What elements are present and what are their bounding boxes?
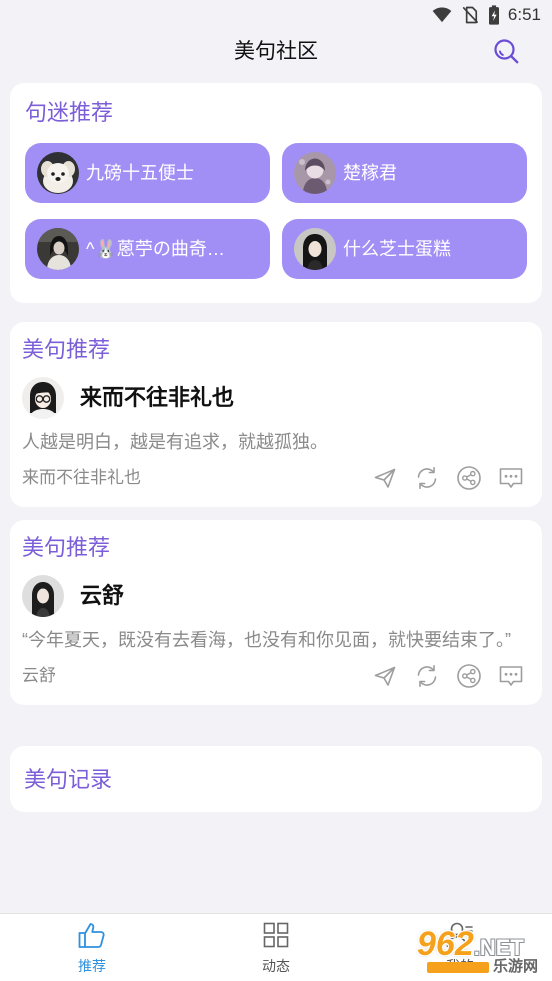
post-footer: 来而不往非礼也 — [22, 465, 530, 491]
recommended-user-button[interactable]: 楚稼君 — [282, 143, 527, 203]
author-name[interactable]: 来而不往非礼也 — [80, 384, 234, 412]
grid-icon[interactable] — [261, 920, 291, 950]
nav-item-feed[interactable]: 动态 — [184, 914, 368, 981]
quote-text: “今年夏天，既没有去看海，也没有和你见面，就快要结束了。” — [22, 630, 511, 650]
author-avatar[interactable] — [22, 575, 64, 617]
author-name[interactable]: 云舒 — [80, 582, 124, 610]
send-icon[interactable] — [372, 663, 398, 689]
status-time: 6:51 — [507, 5, 541, 24]
quote-source: 来而不往非礼也 — [22, 468, 141, 487]
avatar[interactable] — [37, 152, 79, 194]
app-header: 美句社区 — [0, 30, 552, 76]
post-actions — [372, 465, 524, 491]
author-row[interactable]: 来而不往非礼也 — [22, 377, 530, 419]
quote-source: 云舒 — [22, 666, 56, 685]
section-title: 美句推荐 — [22, 337, 111, 362]
comment-icon[interactable] — [498, 663, 524, 689]
wifi-icon — [432, 7, 452, 23]
avatar[interactable] — [37, 228, 79, 270]
avatar[interactable] — [294, 228, 336, 270]
search-icon[interactable] — [492, 37, 520, 65]
user-name: 九磅十五便士 — [86, 163, 194, 183]
search-button[interactable] — [492, 37, 520, 65]
section-title: 句迷推荐 — [25, 100, 114, 125]
page-title: 美句社区 — [234, 40, 318, 63]
refresh-icon[interactable] — [414, 465, 440, 491]
refresh-icon[interactable] — [414, 663, 440, 689]
share-icon[interactable] — [456, 465, 482, 491]
post-card: 美句推荐 云舒 “今年夏天，既没有去看海，也没有和你见面，就快要结束了。” 云舒 — [10, 520, 542, 705]
send-icon[interactable] — [372, 465, 398, 491]
nav-item-recommend[interactable]: 推荐 — [0, 914, 184, 981]
thumbs-up-icon[interactable] — [77, 920, 107, 950]
status-bar: 6:51 — [0, 0, 552, 30]
watermark-bar — [427, 962, 489, 973]
share-icon[interactable] — [456, 663, 482, 689]
watermark-name: 乐游网 — [493, 958, 539, 975]
author-avatar[interactable] — [22, 377, 64, 419]
no-sim-icon — [462, 6, 478, 24]
recommended-user-button[interactable]: 九磅十五便士 — [25, 143, 270, 203]
user-name: 楚稼君 — [343, 163, 397, 183]
watermark-suffix: .NET — [473, 935, 524, 960]
watermark-number: 962 — [417, 925, 474, 963]
section-title: 美句推荐 — [22, 535, 111, 560]
nav-label: 推荐 — [78, 958, 106, 974]
battery-charging-icon — [489, 5, 499, 25]
recommended-user-button[interactable]: ^🐰蒽苧の曲奇… — [25, 219, 270, 279]
recommended-user-button[interactable]: 什么芝士蛋糕 — [282, 219, 527, 279]
author-row[interactable]: 云舒 — [22, 575, 530, 617]
recommended-users-card: 句迷推荐 九磅十五便士 楚稼君 ^🐰蒽苧の曲奇… 什么芝士蛋糕 — [10, 83, 542, 303]
records-card[interactable]: 美句记录 — [10, 746, 542, 812]
avatar[interactable] — [294, 152, 336, 194]
quote-text: 人越是明白，越是有追求，就越孤独。 — [22, 432, 328, 452]
user-name: ^🐰蒽苧の曲奇… — [86, 239, 225, 259]
watermark-logo: 962.NET 乐游网 — [417, 926, 547, 976]
records-title[interactable]: 美句记录 — [24, 766, 112, 794]
post-list: 美句推荐 来而不往非礼也 人越是明白，越是有追求，就越孤独。 来而不往非礼也 美… — [10, 322, 542, 705]
user-name: 什么芝士蛋糕 — [343, 239, 451, 259]
post-footer: 云舒 — [22, 663, 530, 689]
nav-label: 动态 — [262, 958, 290, 974]
post-actions — [372, 663, 524, 689]
post-card: 美句推荐 来而不往非礼也 人越是明白，越是有追求，就越孤独。 来而不往非礼也 — [10, 322, 542, 507]
comment-icon[interactable] — [498, 465, 524, 491]
